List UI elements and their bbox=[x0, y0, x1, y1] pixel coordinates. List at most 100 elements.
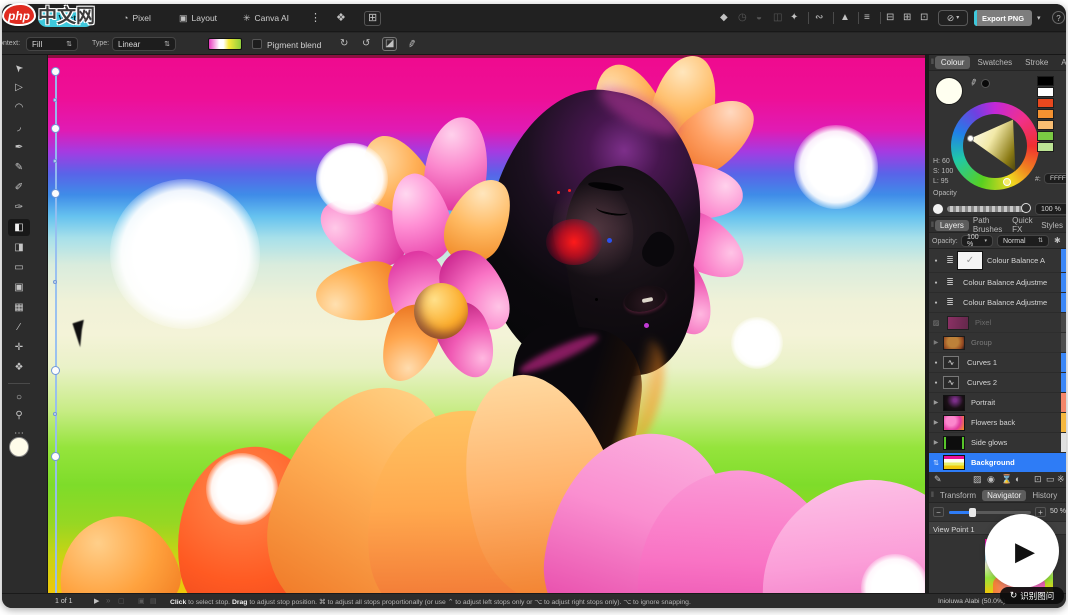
panel-handle[interactable]: ‖ bbox=[931, 222, 934, 229]
tool-pencil[interactable]: ✎ bbox=[8, 159, 30, 176]
tab-quick-fx[interactable]: Quick FX bbox=[1009, 215, 1037, 235]
tab-layers[interactable]: Layers bbox=[934, 219, 969, 231]
gradient-stop[interactable] bbox=[51, 366, 60, 375]
tool-vector-brush[interactable]: ✐ bbox=[8, 179, 30, 196]
expand-arrow-icon[interactable]: ▶ bbox=[929, 339, 943, 346]
visibility-toggle[interactable]: ● bbox=[929, 280, 943, 286]
eyedropper-icon[interactable]: ✎ bbox=[404, 38, 417, 49]
reorder-icon[interactable]: ⇅ bbox=[929, 459, 943, 467]
panel-handle[interactable]: ‖ bbox=[931, 59, 934, 66]
layer-row[interactable]: ▨ Pixel bbox=[929, 313, 1066, 333]
gradient-stop[interactable] bbox=[51, 452, 60, 461]
layers-opacity-dropdown[interactable]: 100 % ▾ bbox=[961, 234, 993, 248]
layer-row[interactable]: ▶ Group bbox=[929, 333, 1066, 353]
current-fill-swatch[interactable] bbox=[9, 437, 29, 457]
visibility-toggle[interactable]: ● bbox=[929, 258, 943, 264]
edit-layer-icon[interactable]: ✎ bbox=[934, 475, 942, 484]
zoom-slider-handle[interactable] bbox=[969, 508, 976, 517]
tab-transform[interactable]: Transform bbox=[936, 490, 980, 501]
flip-icon[interactable]: ▲ bbox=[840, 13, 850, 23]
opacity-value-field[interactable]: 100 % bbox=[1035, 203, 1066, 215]
colour-wheel[interactable] bbox=[951, 102, 1039, 190]
layer-row[interactable]: ● ∿ Curves 2 bbox=[929, 373, 1066, 393]
adjustment-layer-icon[interactable]: ◉ bbox=[987, 475, 995, 484]
expand-arrow-icon[interactable]: ▶ bbox=[929, 399, 943, 406]
help-icon[interactable]: ? bbox=[1052, 11, 1065, 24]
gradient-swatch[interactable] bbox=[208, 38, 242, 50]
insert-inside-icon[interactable]: ⊞ bbox=[903, 13, 911, 23]
layer-row-selected[interactable]: ⇅ Background bbox=[929, 453, 1066, 472]
swatch[interactable] bbox=[1037, 120, 1054, 130]
reverse-gradient-icon[interactable]: ↺ bbox=[362, 39, 370, 49]
tab-path-brushes[interactable]: Path Brushes bbox=[970, 215, 1008, 235]
tab-pixel[interactable]: ◔ Pixel bbox=[114, 9, 160, 27]
tool-corner[interactable]: ◞ bbox=[8, 119, 30, 136]
boolean-subtract-icon[interactable]: ◷ bbox=[738, 13, 747, 23]
move-layer-icon[interactable]: ⊡ bbox=[1034, 475, 1042, 484]
fx-icon[interactable]: ◐ bbox=[1015, 475, 1020, 484]
gradient-editor-line[interactable] bbox=[55, 71, 57, 593]
expand-arrow-icon[interactable]: ▶ bbox=[929, 439, 943, 446]
visibility-toggle[interactable]: ● bbox=[929, 360, 943, 366]
swatch[interactable] bbox=[1037, 98, 1054, 108]
tool-node[interactable]: ▷ bbox=[8, 79, 30, 96]
layer-row[interactable]: ● ≣ Colour Balance Adjustme bbox=[929, 273, 1066, 293]
play-pages-icon[interactable]: ▶ bbox=[94, 598, 99, 605]
gradient-midpoint[interactable] bbox=[53, 159, 57, 163]
gradient-midpoint[interactable] bbox=[53, 280, 57, 284]
panel-handle[interactable]: ‖ bbox=[931, 492, 934, 499]
tool-paint-brush[interactable]: ✑ bbox=[8, 199, 30, 216]
boolean-combine-icon[interactable]: ✦ bbox=[790, 13, 798, 23]
transparency-toggle-icon[interactable]: ◪ bbox=[382, 37, 398, 51]
tab-navigator[interactable]: Navigator bbox=[982, 489, 1027, 501]
gradient-stop[interactable] bbox=[51, 124, 60, 133]
canvas-artwork[interactable] bbox=[48, 55, 925, 593]
video-play-overlay[interactable]: ▶ bbox=[985, 514, 1059, 588]
shapes-icon[interactable]: ❖ bbox=[336, 13, 346, 24]
fill-dropdown[interactable]: Fill ⇅ bbox=[26, 37, 78, 51]
visibility-toggle[interactable]: ● bbox=[929, 300, 943, 306]
mask-layer-icon[interactable]: ▨ bbox=[973, 475, 982, 484]
gradient-midpoint[interactable] bbox=[53, 98, 57, 102]
tool-pen[interactable]: ✒ bbox=[8, 139, 30, 156]
hex-field[interactable]: FFFFE6 bbox=[1044, 173, 1066, 184]
tool-knife[interactable]: ∕ bbox=[8, 319, 30, 336]
visibility-toggle[interactable]: ▨ bbox=[929, 319, 943, 327]
studio-grid-icon[interactable]: ⊞ bbox=[364, 11, 382, 26]
zoom-out-button[interactable]: − bbox=[933, 507, 944, 517]
export-png-button[interactable]: Export PNG bbox=[974, 10, 1032, 26]
tool-vector-crop[interactable]: ▣ bbox=[8, 279, 30, 296]
tool-transparency[interactable]: ◨ bbox=[8, 239, 30, 256]
opacity-slider-handle[interactable] bbox=[1021, 203, 1031, 213]
swatch[interactable] bbox=[1037, 109, 1054, 119]
next-page-icon[interactable]: » bbox=[106, 597, 110, 605]
boolean-divide-icon[interactable]: ◫ bbox=[773, 13, 782, 23]
tab-stroke[interactable]: Stroke bbox=[1019, 56, 1054, 69]
type-dropdown[interactable]: Linear ⇅ bbox=[112, 37, 176, 51]
active-colour-swatch[interactable] bbox=[935, 77, 963, 105]
tool-contour[interactable]: ◠ bbox=[8, 99, 30, 116]
insert-behind-icon[interactable]: ⊟ bbox=[886, 13, 894, 23]
ring-selector[interactable] bbox=[1003, 178, 1011, 186]
tab-styles[interactable]: Styles bbox=[1038, 220, 1066, 231]
tab-appearance[interactable]: Appearance bbox=[1055, 56, 1066, 69]
layer-row[interactable]: ● ≣ ✓ Colour Balance A bbox=[929, 249, 1066, 273]
triangle-selector[interactable] bbox=[967, 135, 974, 142]
gradient-midpoint[interactable] bbox=[53, 412, 57, 416]
layer-row[interactable]: ● ∿ Curves 1 bbox=[929, 353, 1066, 373]
tool-marquee[interactable]: ▭ bbox=[8, 259, 30, 276]
colour-picker-icon[interactable]: ✎ bbox=[967, 77, 979, 88]
gradient-stop[interactable] bbox=[51, 67, 60, 76]
tab-colour[interactable]: Colour bbox=[934, 56, 971, 69]
select-same-icon[interactable]: ⊡ bbox=[920, 13, 928, 23]
new-group-icon[interactable]: ▭ bbox=[1046, 475, 1055, 484]
stop-icon[interactable]: ▢ bbox=[118, 598, 125, 605]
tool-move[interactable]: ➤ bbox=[8, 59, 30, 76]
tab-swatches[interactable]: Swatches bbox=[971, 56, 1018, 69]
tab-history[interactable]: History bbox=[1028, 490, 1061, 501]
layer-row[interactable]: ▶ Flowers back bbox=[929, 413, 1066, 433]
swatch[interactable] bbox=[1037, 87, 1054, 97]
preview-mode-button[interactable]: ⊘ ▾ bbox=[938, 10, 968, 26]
tool-point-transform[interactable]: ✛ bbox=[8, 339, 30, 356]
layers-settings-icon[interactable]: ✱ bbox=[1054, 237, 1061, 245]
